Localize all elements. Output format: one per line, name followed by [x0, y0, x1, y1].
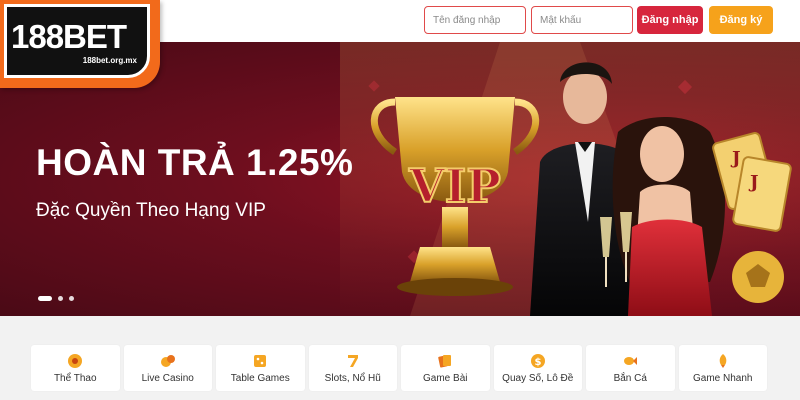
carousel-dot-1[interactable] [38, 296, 52, 301]
category-table-games[interactable]: Table Games [216, 345, 305, 391]
top-header: 188BET 188bet.org.mx Đăng nhập Đăng ký [0, 0, 800, 88]
category-slots[interactable]: Slots, Nổ Hũ [308, 345, 397, 391]
brand-logo[interactable]: 188BET 188bet.org.mx [0, 0, 160, 88]
category-quay-so[interactable]: $ Quay Số, Lô Đề [493, 345, 582, 391]
username-input[interactable] [424, 6, 526, 34]
category-ban-ca[interactable]: Bắn Cá [586, 345, 675, 391]
soccer-ball-decoration [732, 251, 784, 303]
svg-text:J: J [748, 172, 759, 193]
category-label: Quay Số, Lô Đề [502, 372, 574, 384]
chips-icon [160, 354, 175, 367]
category-label: Bắn Cá [613, 372, 647, 384]
login-button[interactable]: Đăng nhập [637, 6, 703, 34]
register-button[interactable]: Đăng ký [709, 6, 773, 34]
category-bar: Thể Thao Live Casino Table Games Slots, … [31, 345, 767, 391]
logo-badge: 188BET 188bet.org.mx [4, 4, 150, 78]
slot-seven-icon [347, 354, 358, 367]
password-input[interactable] [531, 6, 633, 34]
svg-text:VIP: VIP [408, 159, 501, 213]
category-the-thao[interactable]: Thể Thao [31, 345, 120, 391]
dice-icon [254, 354, 267, 367]
lottery-icon: $ [530, 353, 545, 368]
soccer-ball-icon [68, 353, 83, 368]
fish-icon [624, 356, 638, 365]
category-label: Game Bài [423, 372, 468, 384]
category-label: Table Games [230, 372, 290, 384]
category-label: Game Nhanh [693, 372, 753, 384]
svg-text:J: J [730, 148, 741, 169]
category-live-casino[interactable]: Live Casino [123, 345, 212, 391]
carousel-dots [38, 296, 74, 301]
logo-url-text: 188bet.org.mx [82, 56, 137, 65]
banner-subline: Đặc Quyền Theo Hạng VIP [36, 200, 266, 221]
carousel-dot-3[interactable] [69, 296, 74, 301]
rocket-icon [719, 353, 727, 368]
banner-headline: HOÀN TRẢ 1.25% [36, 142, 354, 183]
banner-illustration: VIP J J [368, 42, 792, 316]
category-game-bai[interactable]: Game Bài [401, 345, 490, 391]
svg-text:$: $ [534, 357, 541, 368]
category-game-nhanh[interactable]: Game Nhanh [678, 345, 767, 391]
category-label: Slots, Nổ Hũ [324, 372, 381, 384]
category-label: Live Casino [141, 372, 194, 384]
logo-text: 188BET [11, 18, 127, 55]
category-label: Thể Thao [53, 372, 97, 384]
carousel-dot-2[interactable] [58, 296, 63, 301]
cards-icon [438, 354, 452, 368]
